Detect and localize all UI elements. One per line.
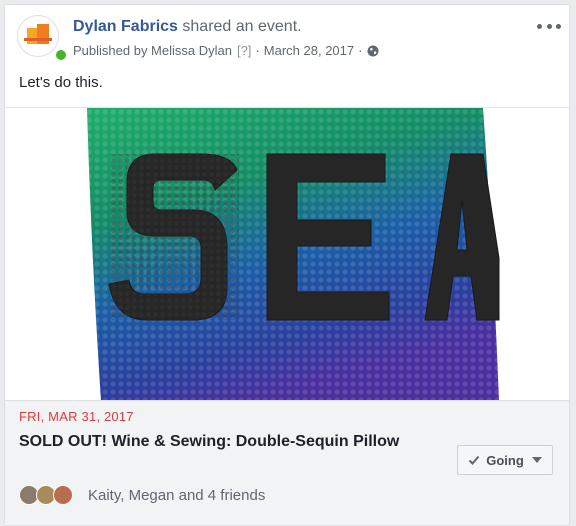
meta-separator: ·: [358, 43, 363, 58]
help-marker[interactable]: [?]: [237, 43, 251, 58]
page-name-link[interactable]: Dylan Fabrics: [73, 18, 178, 35]
post-card: Dylan Fabrics shared an event. Published…: [4, 4, 570, 526]
post-title-line: Dylan Fabrics shared an event.: [73, 18, 302, 36]
post-date-link[interactable]: March 28, 2017: [264, 43, 354, 58]
online-status-dot: [54, 48, 68, 62]
post-action-text: shared an event.: [182, 18, 302, 35]
going-rsvp-button[interactable]: Going: [457, 445, 553, 475]
friend-avatars: [19, 485, 73, 505]
globe-icon[interactable]: [367, 45, 379, 57]
chevron-down-icon: [531, 457, 542, 463]
event-date: FRI, MAR 31, 2017: [19, 409, 134, 424]
friends-going-text: Kaity, Megan and 4 friends: [88, 486, 266, 504]
event-cover-photo[interactable]: [5, 107, 569, 401]
more-options-icon[interactable]: [537, 19, 561, 33]
friend-avatar: [53, 485, 73, 505]
event-title-link[interactable]: SOLD OUT! Wine & Sewing: Double-Sequin P…: [19, 431, 419, 453]
post-header: Dylan Fabrics shared an event. Published…: [5, 5, 569, 69]
meta-separator: ·: [255, 43, 260, 58]
friends-going[interactable]: Kaity, Megan and 4 friends: [19, 485, 265, 505]
published-by: Published by Melissa Dylan: [73, 43, 232, 58]
post-text: Let's do this.: [19, 74, 103, 91]
event-details[interactable]: FRI, MAR 31, 2017 SOLD OUT! Wine & Sewin…: [5, 400, 569, 525]
going-label: Going: [486, 452, 524, 468]
check-icon: [468, 454, 480, 466]
page-avatar[interactable]: [17, 15, 59, 57]
post-meta: Published by Melissa Dylan [?] · March 2…: [73, 43, 379, 58]
